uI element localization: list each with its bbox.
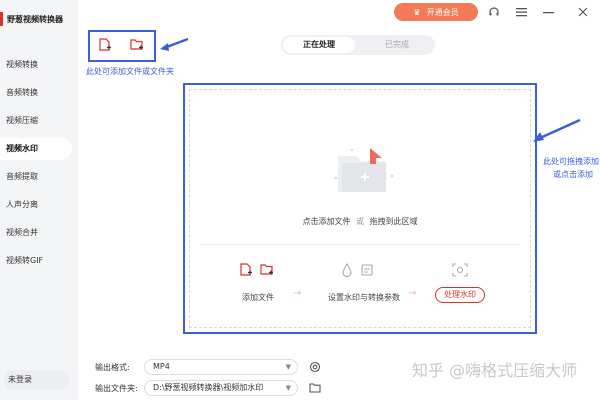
folder-upload-icon[interactable] [330, 138, 398, 198]
output-format-select[interactable]: MP4 ▼ [144, 359, 298, 375]
drop-divider [200, 244, 520, 245]
sidebar-item-video-to-gif[interactable]: 视频转GIF [0, 250, 72, 272]
step-settings-label: 设置水印与转换参数 [328, 293, 400, 302]
menu-icon[interactable] [513, 4, 529, 20]
format-settings-icon[interactable] [309, 361, 321, 373]
add-folder-icon[interactable] [130, 38, 144, 52]
output-folder-label: 输出文件夹: [95, 384, 138, 393]
output-format-label: 输出格式: [95, 363, 130, 372]
step-watermark-icon [342, 263, 352, 277]
vip-button[interactable]: ♛ 开通会员 [394, 3, 478, 21]
sidebar-item-vocal-separate[interactable]: 人声分离 [0, 194, 72, 216]
brand-logo-bar [0, 12, 3, 26]
drop-caption: 点击添加文件 或 拖拽到此区域 [190, 216, 530, 227]
crown-icon: ♛ [413, 7, 421, 17]
login-button[interactable]: 未登录 [4, 370, 70, 390]
step-arrow-2: → [408, 288, 417, 299]
tab-processing[interactable]: 正在处理 [283, 37, 355, 53]
close-icon[interactable] [575, 4, 591, 20]
headset-icon[interactable] [486, 4, 502, 20]
sidebar-item-video-compress[interactable]: 视频压缩 [0, 110, 72, 132]
drag-add-hint-line1: 此处可拖拽添加 [543, 157, 599, 166]
drag-add-hint-line2: 或点击添加 [553, 170, 593, 179]
output-folder-select[interactable]: D:\野葱视频转换器\视频加水印 ▼ [144, 380, 298, 396]
app-brand: 野葱视频转换器 [0, 12, 63, 26]
vip-label: 开通会员 [426, 7, 459, 17]
add-file-icon[interactable] [98, 38, 112, 52]
sidebar-item-audio-convert[interactable]: 音频转换 [0, 82, 72, 104]
drop-text-or: 或 [356, 217, 364, 226]
step-arrow-1: → [293, 288, 302, 299]
process-watermark-button[interactable]: 处理水印 [435, 287, 485, 303]
sidebar-item-video-convert[interactable]: 视频转换 [0, 54, 72, 76]
status-tabs: 正在处理 已完成 [281, 35, 435, 55]
drop-text-drag: 拖拽到此区域 [369, 217, 418, 226]
pointer-arrow-left [160, 37, 189, 51]
open-folder-icon[interactable] [309, 382, 321, 394]
step-process-icon [452, 263, 468, 277]
chevron-down-icon: ▼ [285, 384, 291, 392]
step-add-folder-icon [260, 264, 273, 275]
minimize-icon[interactable] [540, 4, 556, 20]
drag-add-hint: 此处可拖拽添加 或点击添加 [543, 155, 599, 181]
output-folder-value: D:\野葱视频转换器\视频加水印 [153, 383, 264, 392]
quick-add-hint: 此处可添加文件或文件夹 [86, 67, 174, 76]
quick-add-box [88, 30, 156, 62]
step-add-file-icon [240, 263, 252, 276]
step-settings-icon [361, 264, 373, 276]
output-format-value: MP4 [153, 362, 170, 371]
tab-done[interactable]: 已完成 [361, 37, 433, 53]
zhihu-watermark: 知乎 @嗨格式压缩大师 [412, 361, 578, 380]
chevron-down-icon: ▼ [285, 363, 291, 371]
pointer-arrow-right [533, 118, 581, 142]
sidebar: 野葱视频转换器 视频转换 音频转换 视频压缩 视频水印 音频提取 人声分离 视频… [0, 0, 78, 400]
step-add-file-label: 添加文件 [242, 293, 274, 302]
sidebar-item-audio-extract[interactable]: 音频提取 [0, 166, 72, 188]
drop-text-click-add[interactable]: 点击添加文件 [302, 217, 350, 226]
sidebar-item-video-watermark[interactable]: 视频水印 [0, 138, 72, 160]
sidebar-item-video-merge[interactable]: 视频合并 [0, 222, 72, 244]
app-title: 野葱视频转换器 [7, 14, 63, 24]
